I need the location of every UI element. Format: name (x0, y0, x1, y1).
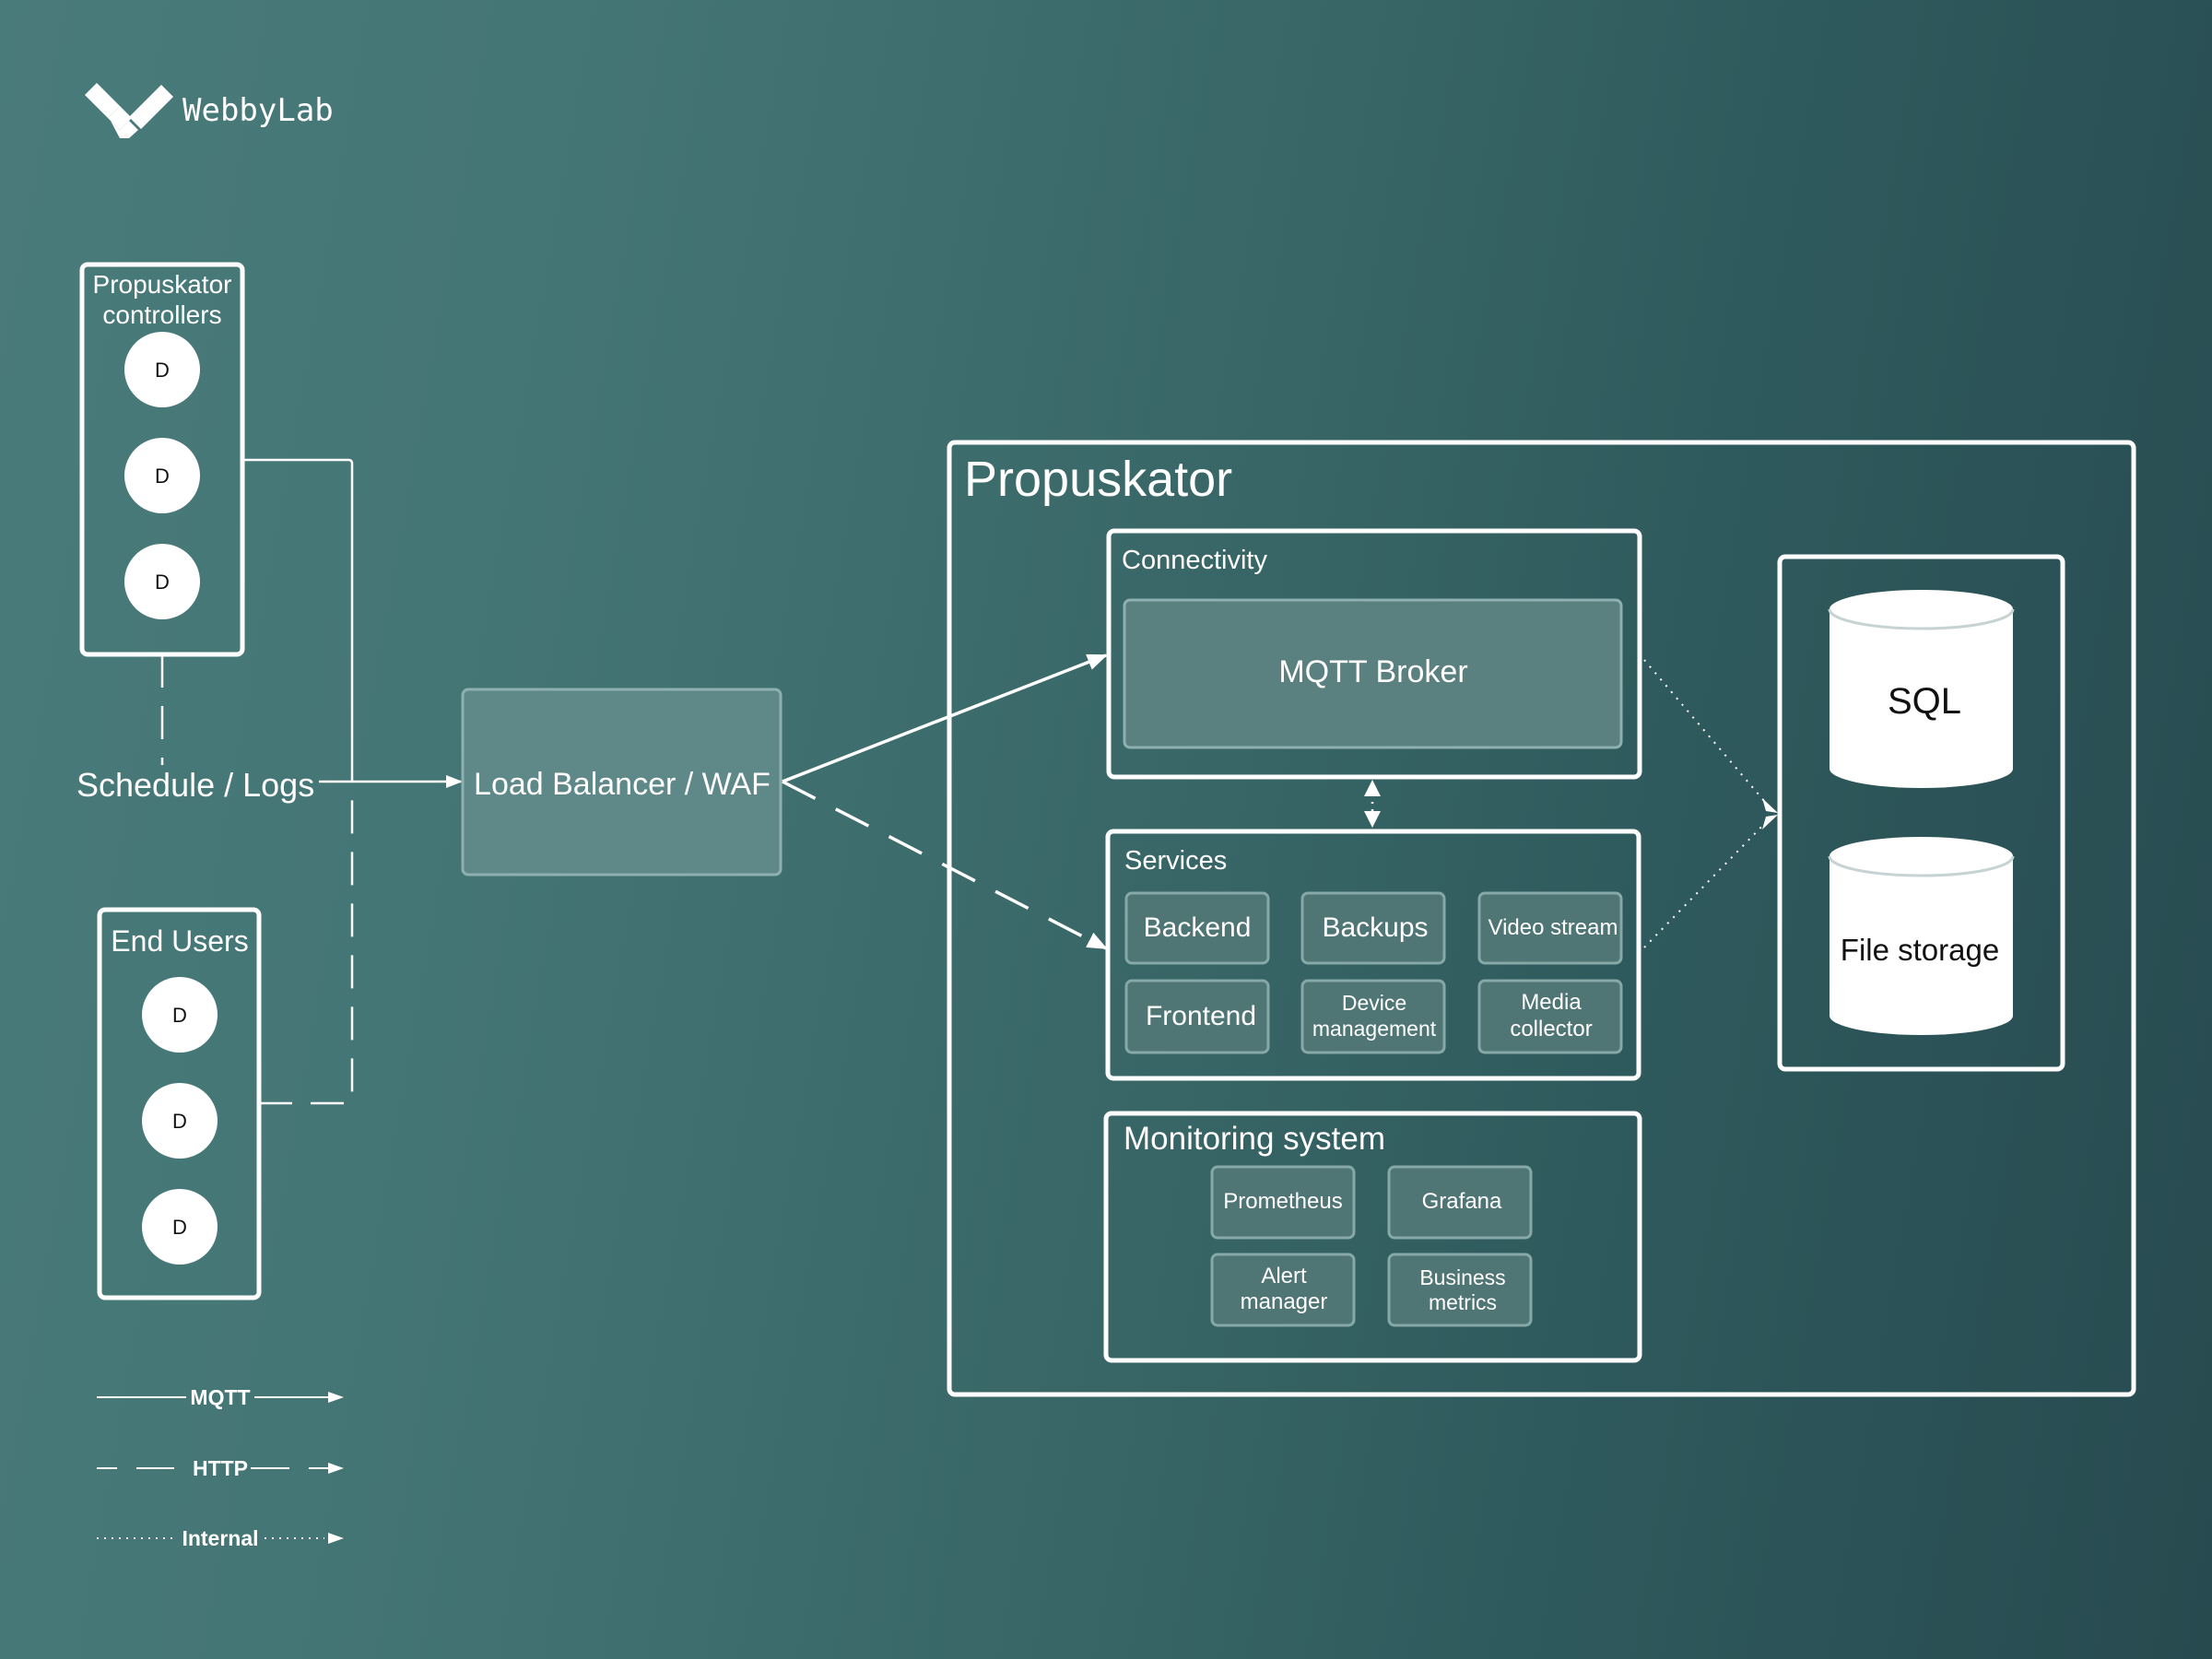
service-label-line1: Device (1342, 991, 1406, 1015)
arrow-right-icon (328, 1392, 344, 1403)
controllers-mqtt-connector (242, 458, 354, 782)
storage-section: SQL File storage (1777, 554, 2065, 1072)
legend-label: HTTP (193, 1456, 248, 1480)
services-to-storage-link (1643, 818, 1771, 948)
load-balancer-node[interactable]: Load Balancer / WAF (461, 688, 782, 877)
connectivity-title: Connectivity (1122, 546, 1267, 575)
service-card-video-stream[interactable]: Video stream (1477, 891, 1623, 965)
monitoring-label: Prometheus (1223, 1189, 1342, 1214)
monitoring-section: Monitoring system Prometheus Grafana Ale… (1103, 1111, 1642, 1363)
user-device[interactable]: D (142, 1083, 218, 1159)
service-card-backend[interactable]: Backend (1124, 891, 1270, 965)
lb-to-mqtt-arrow (782, 653, 1108, 783)
mqtt-broker-node[interactable]: MQTT Broker (1123, 598, 1623, 749)
lb-to-services-arrow (782, 780, 1108, 950)
connectivity-section: Connectivity MQTT Broker (1106, 528, 1642, 780)
services-title: Services (1124, 846, 1227, 876)
connectivity-services-link (1364, 780, 1381, 828)
file-storage[interactable]: File storage (1828, 837, 2015, 1035)
device-label: D (172, 1004, 187, 1027)
arrowhead-icon (1762, 815, 1778, 830)
controller-device[interactable]: D (124, 332, 200, 407)
arrow-up-icon (1364, 780, 1381, 796)
monitoring-card-prometheus[interactable]: Prometheus (1210, 1165, 1356, 1240)
device-label: D (155, 359, 170, 382)
service-label-line2: management (1312, 1017, 1437, 1041)
device-label: D (172, 1110, 187, 1133)
service-label: Video stream (1488, 915, 1618, 940)
propuskator-system: Propuskator Connectivity MQTT Broker Ser… (947, 440, 2136, 1397)
legend: MQTT HTTP Internal (97, 1385, 344, 1550)
controllers-group: Propuskator controllers D D D (79, 262, 245, 657)
end-users-group: End Users D D D (97, 907, 262, 1300)
sql-database[interactable]: SQL (1828, 590, 2015, 788)
monitoring-card-alert-manager[interactable]: Alert manager (1210, 1253, 1356, 1327)
controllers-title-line2: controllers (102, 300, 221, 329)
service-card-frontend[interactable]: Frontend (1124, 979, 1270, 1054)
service-card-device-management[interactable]: Device management (1300, 979, 1446, 1054)
user-device[interactable]: D (142, 977, 218, 1053)
end-users-title: End Users (111, 924, 248, 958)
arrowhead-icon (1762, 798, 1778, 813)
controller-device[interactable]: D (124, 438, 200, 513)
service-label: Frontend (1146, 1001, 1256, 1031)
monitoring-label-line1: Business (1419, 1265, 1505, 1289)
controller-device[interactable]: D (124, 544, 200, 619)
monitoring-label: Grafana (1422, 1189, 1502, 1214)
device-label: D (155, 571, 170, 594)
webbylab-logo: WebbyLab (85, 83, 334, 138)
logo-mark-icon (85, 83, 173, 138)
service-card-media-collector[interactable]: Media collector (1477, 979, 1623, 1054)
logo-text: WebbyLab (182, 92, 334, 129)
legend-item-http: HTTP (97, 1456, 344, 1480)
legend-label: Internal (182, 1526, 258, 1550)
services-section: Services Backend Backups Video stream Fr… (1105, 829, 1641, 1081)
propuskator-title: Propuskator (964, 452, 1232, 507)
service-label-line2: collector (1510, 1017, 1592, 1041)
device-label: D (172, 1216, 187, 1239)
monitoring-label-line2: manager (1241, 1289, 1328, 1314)
monitoring-card-grafana[interactable]: Grafana (1387, 1165, 1533, 1240)
service-label: Backend (1144, 912, 1252, 943)
diagram-canvas: WebbyLab Propuskator controllers D D D E… (0, 0, 2212, 1659)
legend-item-internal: Internal (97, 1526, 344, 1550)
connectivity-to-storage-link (1643, 659, 1771, 808)
service-label: Backups (1322, 912, 1428, 943)
device-label: D (155, 465, 170, 488)
monitoring-card-business-metrics[interactable]: Business metrics (1387, 1253, 1533, 1327)
legend-label: MQTT (190, 1385, 250, 1409)
architecture-diagram: WebbyLab Propuskator controllers D D D E… (76, 83, 2136, 1550)
monitoring-label-line1: Alert (1261, 1264, 1307, 1288)
monitoring-title: Monitoring system (1124, 1121, 1385, 1157)
load-balancer-label: Load Balancer / WAF (474, 767, 771, 802)
sql-label: SQL (1888, 681, 1961, 722)
arrow-down-icon (1364, 811, 1381, 828)
legend-item-mqtt: MQTT (97, 1385, 344, 1409)
users-http-connector (259, 793, 354, 1105)
arrow-right-icon (328, 1533, 344, 1544)
service-label-line1: Media (1521, 990, 1582, 1015)
controllers-title-line1: Propuskator (93, 270, 232, 299)
mqtt-broker-label: MQTT Broker (1278, 654, 1467, 689)
arrow-right-icon (328, 1463, 344, 1474)
service-card-backups[interactable]: Backups (1300, 891, 1446, 965)
user-device[interactable]: D (142, 1189, 218, 1265)
monitoring-label-line2: metrics (1429, 1290, 1497, 1314)
schedule-logs-label: Schedule / Logs (76, 766, 314, 804)
file-storage-label: File storage (1841, 933, 1999, 967)
